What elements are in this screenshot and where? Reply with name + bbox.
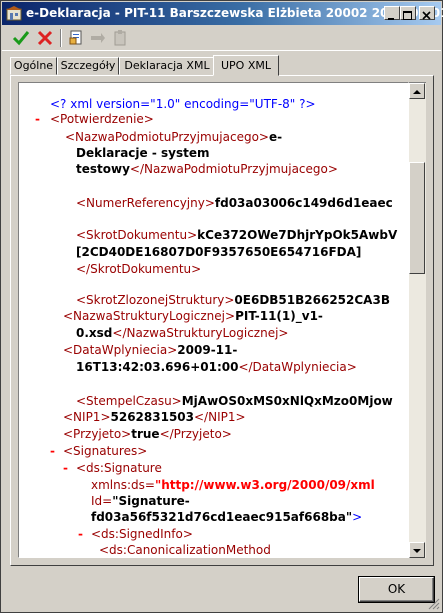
xml-value: kCe372OWe7DhjrYpOk5AwbV xyxy=(197,228,398,242)
clipboard-icon xyxy=(114,30,126,46)
tab-ogolne[interactable]: Ogólne xyxy=(10,57,57,75)
scroll-up-button[interactable] xyxy=(409,83,425,99)
xml-bracket: > xyxy=(352,510,363,524)
xml-tag: </SkrotDokumentu> xyxy=(76,262,202,276)
xml-value: [2CD40DE16807D0F9357650E654716FDA] xyxy=(76,245,362,259)
xml-tag: </NazwaStrukturyLogicznej> xyxy=(112,326,289,340)
close-button[interactable] xyxy=(419,6,435,20)
tab-deklaracja-xml[interactable]: Deklaracja XML xyxy=(119,57,215,75)
xml-tag: <SkrotDokumentu> xyxy=(76,228,198,242)
app-icon xyxy=(6,6,22,21)
maximize-button[interactable] xyxy=(400,6,416,20)
tab-upo-xml[interactable]: UPO XML xyxy=(213,55,279,76)
document-button[interactable] xyxy=(66,28,86,48)
xml-attribute-value: fd03a56f5321d76cd1eaec915af668ba" xyxy=(91,510,353,524)
xml-value: Deklaracje - system xyxy=(76,146,210,160)
minimize-icon xyxy=(388,18,394,20)
tab-szczegoly[interactable]: Szczegóły xyxy=(57,57,119,75)
xml-value: PIT-11(1)_v1- xyxy=(235,309,323,323)
send-button[interactable] xyxy=(88,28,108,48)
xml-tag: </NazwaPodmiotuPrzyjmujacego> xyxy=(129,162,338,176)
xml-value: 5262831503 xyxy=(110,410,195,424)
xml-value: fd03a03006c149d6d1eaec xyxy=(214,196,393,210)
xml-tag: <NumerReferencyjny> xyxy=(76,196,215,210)
scroll-thumb[interactable] xyxy=(409,162,425,274)
reject-button[interactable] xyxy=(35,28,55,48)
xml-attribute-value: "Signature- xyxy=(112,494,190,508)
arrow-down-icon xyxy=(413,549,421,553)
xml-value: 0.xsd xyxy=(76,326,113,340)
vertical-scrollbar[interactable] xyxy=(409,82,426,558)
xml-tag: <DataWplyniecia> xyxy=(63,343,178,357)
xml-tag: <SkrotZlozonejStruktury> xyxy=(76,293,235,307)
ok-button[interactable]: OK xyxy=(359,577,434,602)
xml-tag: </NIP1> xyxy=(194,410,246,424)
xml-tag: <Przyjeto> xyxy=(63,427,132,441)
xml-value: true xyxy=(131,427,160,441)
cross-icon xyxy=(37,30,53,46)
dialog-window: e-Deklaracja - PIT-11 Barszczewska Elżbi… xyxy=(0,0,443,613)
close-icon xyxy=(422,11,431,20)
xml-value: 16T13:42:03.696+01:00 xyxy=(76,360,239,374)
toolbar-separator xyxy=(60,29,62,47)
xml-tag: <Signatures> xyxy=(63,444,148,458)
minimize-button[interactable] xyxy=(384,6,400,20)
arrows-icon xyxy=(91,33,105,43)
xml-tag: <StempelCzasu> xyxy=(76,394,182,408)
xml-tag: </Przyjeto> xyxy=(159,427,232,441)
xml-tag: <ds:SignedInfo> xyxy=(91,527,193,541)
xml-tag: <ds:Signature xyxy=(76,461,162,475)
xml-attribute: xmlns:ds= xyxy=(91,478,155,492)
document-icon xyxy=(69,30,82,45)
collapse-toggle[interactable]: - xyxy=(78,527,83,542)
xml-tag: <NazwaPodmiotuPrzyjmujacego> xyxy=(65,130,269,144)
collapse-toggle[interactable]: - xyxy=(63,461,68,476)
collapse-toggle[interactable]: - xyxy=(35,112,40,127)
scroll-down-button[interactable] xyxy=(409,542,425,558)
xml-value: testowy xyxy=(76,162,130,176)
window-title: e-Deklaracja - PIT-11 Barszczewska Elżbi… xyxy=(26,6,443,20)
title-bar[interactable]: e-Deklaracja - PIT-11 Barszczewska Elżbi… xyxy=(2,2,443,25)
xml-tag: </DataWplyniecia> xyxy=(238,360,357,374)
xml-value: MjAwOS0xMS0xNlQxMzo0Mjow xyxy=(181,394,393,408)
arrow-up-icon xyxy=(413,90,421,94)
clipboard-button[interactable] xyxy=(110,28,130,48)
xml-tag: <ds:CanonicalizationMethod xyxy=(99,543,271,557)
maximize-icon xyxy=(403,11,412,20)
resize-grip-icon[interactable] xyxy=(428,598,440,610)
check-icon xyxy=(12,31,30,46)
xml-value: 0E6DB51B266252CA3B xyxy=(234,293,390,307)
xml-tag: <Potwierdzenie> xyxy=(50,112,154,126)
accept-button[interactable] xyxy=(11,28,31,48)
xml-tag: <NIP1> xyxy=(63,410,111,424)
toolbar xyxy=(2,26,441,51)
xml-value: e- xyxy=(268,130,283,144)
xml-attribute: Id= xyxy=(91,494,113,508)
xml-attribute-value: "http://www.w3.org/2000/09/xml xyxy=(154,478,375,492)
xml-viewer[interactable]: <? xml version="1.0" encoding="UTF-8" ?>… xyxy=(18,82,409,558)
xml-declaration: <? xml version="1.0" encoding="UTF-8" ?> xyxy=(50,97,316,111)
xml-tag: <NazwaStrukturyLogicznej> xyxy=(63,309,236,323)
collapse-toggle[interactable]: - xyxy=(50,444,55,459)
xml-value: 2009-11- xyxy=(177,343,238,357)
